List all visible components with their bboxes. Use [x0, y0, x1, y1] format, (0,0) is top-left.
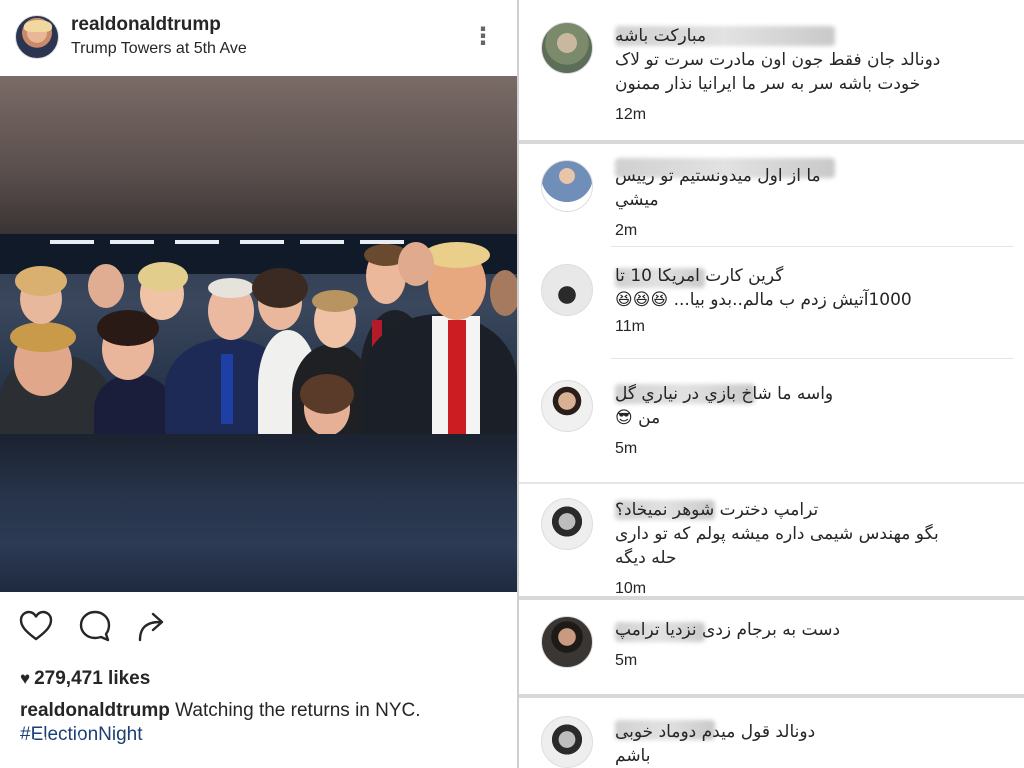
- comment-item: ترامپ دخترت شوهر نمیخاد؟ بگو مهندس شیمی …: [519, 484, 1024, 597]
- comment-time: 5m: [615, 652, 638, 669]
- likes-heart-icon: ♥: [20, 669, 31, 688]
- comment-item: واسه ما شاخ بازي در نياري گل من 😎 5m: [519, 360, 1024, 482]
- avatar[interactable]: [541, 498, 593, 550]
- avatar[interactable]: [541, 22, 593, 74]
- post-actions: [0, 598, 517, 654]
- avatar[interactable]: [541, 160, 593, 212]
- avatar[interactable]: [541, 264, 593, 316]
- avatar[interactable]: [15, 15, 59, 59]
- post-location[interactable]: Trump Towers at 5th Ave: [71, 40, 247, 58]
- comment-time: 2m: [615, 222, 638, 239]
- likes-text: 279,471 likes: [34, 668, 151, 689]
- comment-text: دست به برجام زدی نزدیا ترامپ: [615, 620, 841, 640]
- caption-text: Watching the returns in NYC.: [169, 700, 421, 721]
- comment-item: دونالد قول میدم دوماد خوبی باشم: [519, 698, 1024, 768]
- comments-panel: مبارکت باشه دونالد جان فقط جون اون مادرت…: [519, 0, 1024, 768]
- photo-blur-bottom: [0, 434, 517, 592]
- more-options-icon[interactable]: ⋮: [470, 22, 496, 52]
- caption-username[interactable]: realdonaldtrump: [20, 700, 170, 721]
- heart-icon[interactable]: [18, 608, 54, 644]
- comment-time: 11m: [615, 318, 645, 335]
- likes-count[interactable]: ♥ 279,471 likes: [20, 668, 150, 690]
- avatar[interactable]: [541, 380, 593, 432]
- comment-text: ترامپ دخترت شوهر نمیخاد؟ بگو مهندس شیمی …: [615, 500, 939, 568]
- post-caption: realdonaldtrump Watching the returns in …: [20, 698, 510, 724]
- comment-text: ما از اول میدونستیم تو رییس ميشي: [615, 166, 821, 210]
- post-username[interactable]: realdonaldtrump: [71, 14, 221, 36]
- comment-item: ما از اول میدونستیم تو رییس ميشي 2m: [519, 144, 1024, 244]
- comment-icon[interactable]: [77, 608, 113, 644]
- photo-blur-top: [0, 76, 517, 234]
- comment-time: 12m: [615, 106, 647, 123]
- comment-item: دست به برجام زدی نزدیا ترامپ 5m: [519, 600, 1024, 694]
- comment-text: مبارکت باشه دونالد جان فقط جون اون مادرت…: [615, 26, 941, 94]
- post-photo[interactable]: [0, 76, 517, 592]
- avatar[interactable]: [541, 716, 593, 768]
- comment-text: واسه ما شاخ بازي در نياري گل من 😎: [615, 384, 834, 428]
- comment-text: گرین کارت امریکا 10 تا 1000آتیش زدم ب ما…: [615, 266, 912, 310]
- comment-item: مبارکت باشه دونالد جان فقط جون اون مادرت…: [519, 0, 1024, 142]
- avatar[interactable]: [541, 616, 593, 668]
- comment-time: 5m: [615, 440, 638, 457]
- comment-text: دونالد قول میدم دوماد خوبی باشم: [615, 722, 816, 766]
- instagram-post: realdonaldtrump Trump Towers at 5th Ave …: [0, 0, 517, 768]
- post-header: realdonaldtrump Trump Towers at 5th Ave …: [0, 0, 517, 76]
- share-icon[interactable]: [134, 608, 170, 644]
- watermark-logo: [8, 734, 88, 756]
- photo-content: [0, 234, 517, 434]
- comment-item: گرین کارت امریکا 10 تا 1000آتیش زدم ب ما…: [519, 248, 1024, 356]
